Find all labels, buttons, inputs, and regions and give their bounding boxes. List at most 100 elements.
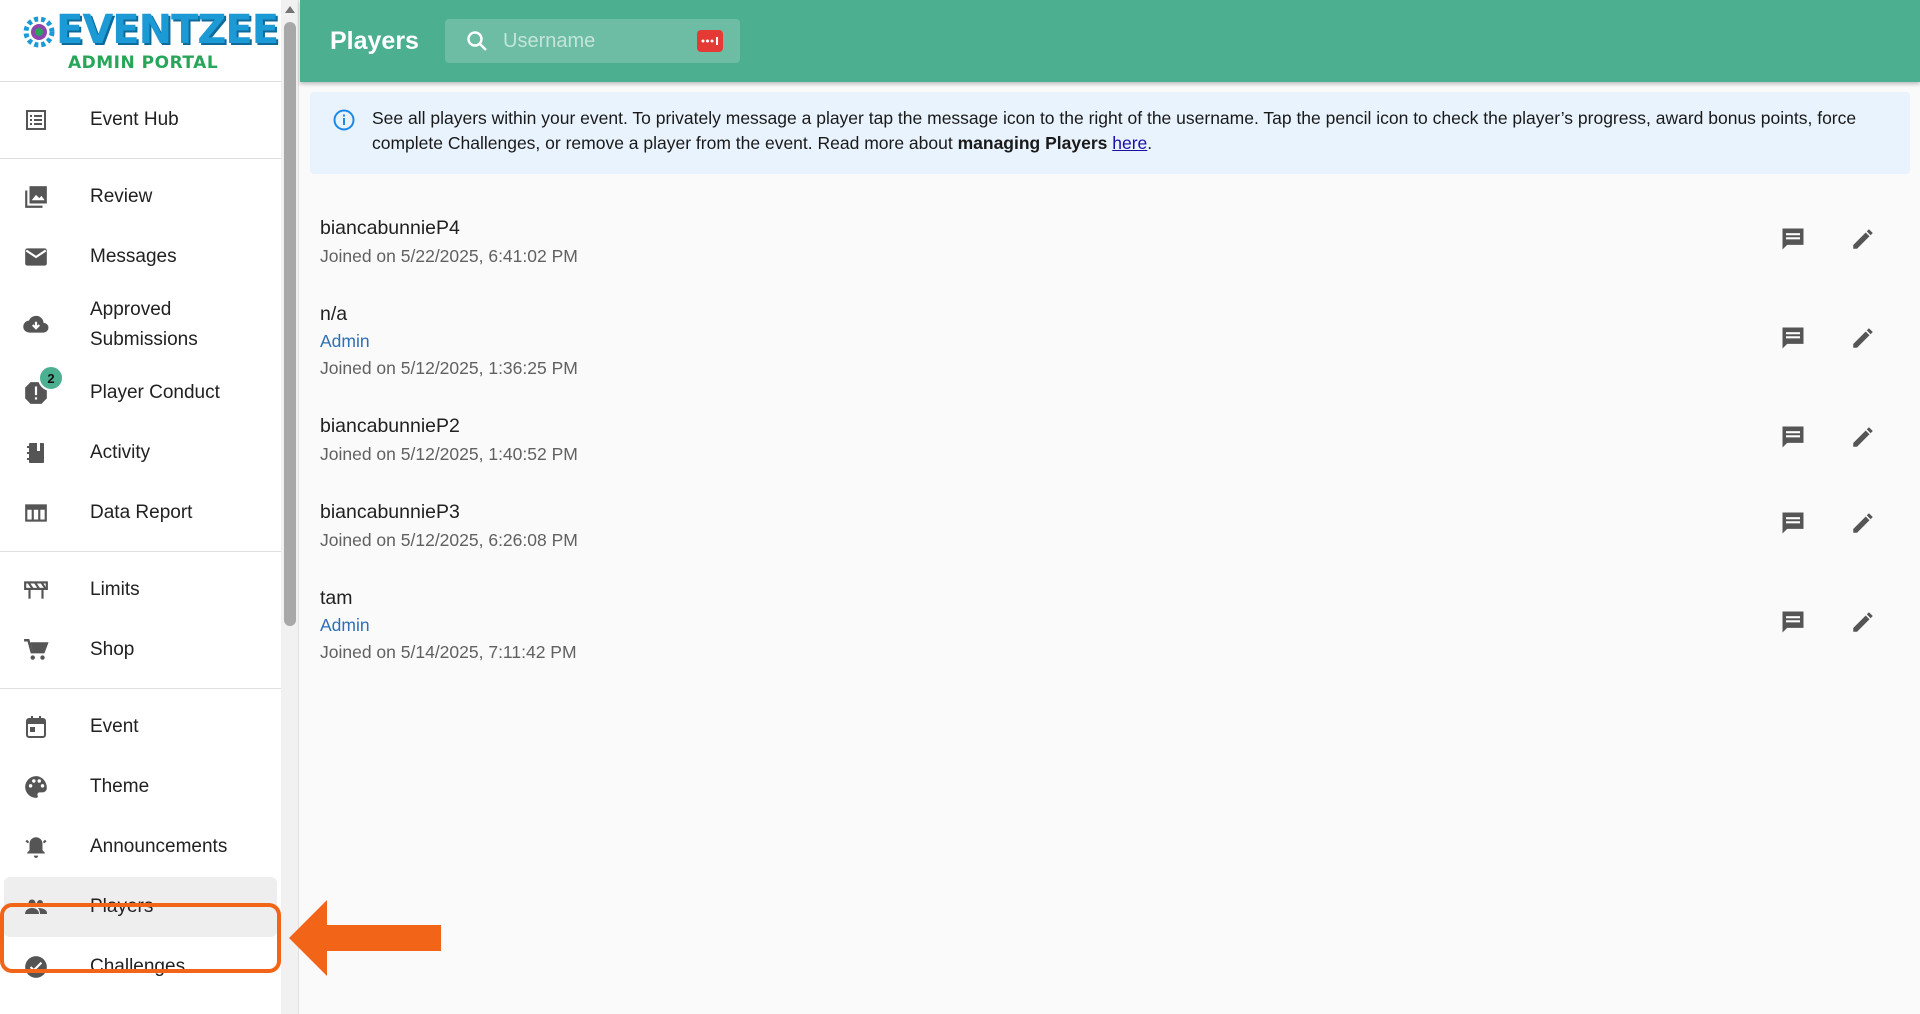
password-manager-icon[interactable] bbox=[697, 30, 723, 52]
sidebar-item-label: Messages bbox=[90, 246, 177, 267]
challenge-icon bbox=[22, 953, 50, 981]
barrier-icon bbox=[22, 576, 50, 604]
brand-subtitle: ADMIN PORTAL bbox=[68, 53, 219, 73]
info-text: See all players within your event. To pr… bbox=[372, 106, 1892, 156]
row-actions bbox=[1778, 508, 1878, 538]
sidebar-item-challenges[interactable]: Challenges bbox=[0, 937, 281, 997]
info-text-end: . bbox=[1147, 133, 1153, 153]
managing-players-link[interactable]: here bbox=[1112, 133, 1147, 153]
sidebar-item-event[interactable]: Event bbox=[0, 697, 281, 757]
sidebar-item-announcements[interactable]: Announcements bbox=[0, 817, 281, 877]
sidebar-item-label: Shop bbox=[90, 639, 135, 660]
scrollbar-thumb[interactable] bbox=[284, 22, 296, 626]
alert-icon: 2 bbox=[22, 365, 64, 407]
player-row: tam Admin Joined on 5/14/2025, 7:11:42 P… bbox=[300, 566, 1920, 678]
row-actions bbox=[1778, 323, 1878, 353]
sidebar-item-label: Data Report bbox=[90, 502, 193, 523]
sidebar: EVENTZEE ADMIN PORTAL Event Hub Review M… bbox=[0, 0, 281, 1014]
player-username: tam bbox=[320, 587, 353, 609]
mail-icon bbox=[22, 243, 50, 271]
message-icon[interactable] bbox=[1778, 607, 1808, 637]
player-list: biancabunnieP4 Joined on 5/22/2025, 6:41… bbox=[300, 196, 1920, 678]
player-username: n/a bbox=[320, 303, 348, 325]
list-icon bbox=[22, 106, 50, 134]
player-joined-date: Joined on 5/22/2025, 6:41:02 PM bbox=[320, 246, 578, 266]
nav-group-settings: Event Theme Announcements Players Challe… bbox=[0, 689, 281, 1005]
sidebar-item-label: Player Conduct bbox=[90, 382, 220, 403]
sidebar-item-approved-submissions[interactable]: Approved Submissions bbox=[0, 287, 281, 363]
notebook-icon bbox=[22, 439, 50, 467]
row-actions bbox=[1778, 422, 1878, 452]
nav-group-review: Review Messages Approved Submissions 2 P… bbox=[0, 159, 281, 552]
message-icon[interactable] bbox=[1778, 323, 1808, 353]
search-icon bbox=[467, 31, 487, 51]
player-row: n/a Admin Joined on 5/12/2025, 1:36:25 P… bbox=[300, 282, 1920, 394]
sidebar-item-activity[interactable]: Activity bbox=[0, 423, 281, 483]
pointer-arrow-icon bbox=[289, 900, 441, 976]
logo[interactable]: EVENTZEE ADMIN PORTAL bbox=[0, 0, 281, 82]
edit-pencil-icon[interactable] bbox=[1848, 224, 1878, 254]
sidebar-item-shop[interactable]: Shop bbox=[0, 620, 281, 680]
player-username: biancabunnieP2 bbox=[320, 415, 460, 437]
player-row: biancabunnieP3 Joined on 5/12/2025, 6:26… bbox=[300, 480, 1920, 566]
nav-group-hub: Event Hub bbox=[0, 82, 281, 159]
search-box[interactable] bbox=[445, 19, 740, 63]
calendar-icon bbox=[22, 713, 50, 741]
info-banner: See all players within your event. To pr… bbox=[310, 92, 1910, 174]
sidebar-item-review[interactable]: Review bbox=[0, 167, 281, 227]
sidebar-scrollbar[interactable] bbox=[281, 0, 299, 1014]
sidebar-item-player-conduct[interactable]: 2 Player Conduct bbox=[0, 363, 281, 423]
sidebar-item-label: Challenges bbox=[90, 956, 186, 977]
player-joined-date: Joined on 5/12/2025, 1:36:25 PM bbox=[320, 358, 578, 378]
sidebar-item-messages[interactable]: Messages bbox=[0, 227, 281, 287]
sidebar-item-data-report[interactable]: Data Report bbox=[0, 483, 281, 543]
player-role-badge: Admin bbox=[320, 615, 370, 635]
scroll-up-arrow-icon[interactable] bbox=[285, 6, 295, 13]
info-text-bold: managing Players bbox=[957, 133, 1108, 153]
username-search-input[interactable] bbox=[503, 27, 693, 55]
sidebar-item-label: Theme bbox=[90, 776, 150, 797]
edit-pencil-icon[interactable] bbox=[1848, 508, 1878, 538]
message-icon[interactable] bbox=[1778, 508, 1808, 538]
edit-pencil-icon[interactable] bbox=[1848, 323, 1878, 353]
edit-pencil-icon[interactable] bbox=[1848, 607, 1878, 637]
message-icon[interactable] bbox=[1778, 422, 1808, 452]
player-joined-date: Joined on 5/12/2025, 6:26:08 PM bbox=[320, 530, 578, 550]
image-review-icon bbox=[22, 183, 50, 211]
sidebar-item-label: Event Hub bbox=[90, 109, 179, 130]
edit-pencil-icon[interactable] bbox=[1848, 422, 1878, 452]
cart-icon bbox=[22, 636, 50, 664]
sidebar-item-label: Players bbox=[90, 896, 154, 917]
sidebar-item-label: Event bbox=[90, 716, 139, 737]
cloud-download-icon bbox=[22, 311, 50, 339]
player-row: biancabunnieP2 Joined on 5/12/2025, 1:40… bbox=[300, 394, 1920, 480]
sidebar-item-label: Announcements bbox=[90, 836, 228, 857]
app-header: Players bbox=[300, 0, 1920, 82]
sidebar-item-label: Activity bbox=[90, 442, 151, 463]
player-username: biancabunnieP3 bbox=[320, 501, 460, 523]
nav-group-limits: Limits Shop bbox=[0, 552, 281, 689]
sidebar-item-label: Limits bbox=[90, 579, 140, 600]
sidebar-item-label: Review bbox=[90, 186, 153, 207]
sidebar-item-event-hub[interactable]: Event Hub bbox=[0, 90, 281, 150]
player-username: biancabunnieP4 bbox=[320, 217, 460, 239]
sidebar-item-theme[interactable]: Theme bbox=[0, 757, 281, 817]
message-icon[interactable] bbox=[1778, 224, 1808, 254]
row-actions bbox=[1778, 607, 1878, 637]
sidebar-item-label: Approved Submissions bbox=[90, 299, 198, 350]
sidebar-item-players[interactable]: Players bbox=[4, 877, 277, 937]
page-title: Players bbox=[330, 27, 419, 55]
palette-icon bbox=[22, 773, 50, 801]
bell-icon bbox=[22, 833, 50, 861]
row-actions bbox=[1778, 224, 1878, 254]
player-joined-date: Joined on 5/14/2025, 7:11:42 PM bbox=[320, 642, 577, 662]
brand-name: EVENTZEE bbox=[56, 7, 279, 53]
sidebar-item-limits[interactable]: Limits bbox=[0, 560, 281, 620]
table-icon bbox=[22, 499, 50, 527]
player-role-badge: Admin bbox=[320, 331, 370, 351]
player-joined-date: Joined on 5/12/2025, 1:40:52 PM bbox=[320, 444, 578, 464]
info-icon bbox=[333, 109, 355, 131]
people-icon bbox=[22, 893, 50, 921]
conduct-count-badge: 2 bbox=[38, 365, 64, 391]
gear-logo-icon bbox=[23, 16, 55, 48]
